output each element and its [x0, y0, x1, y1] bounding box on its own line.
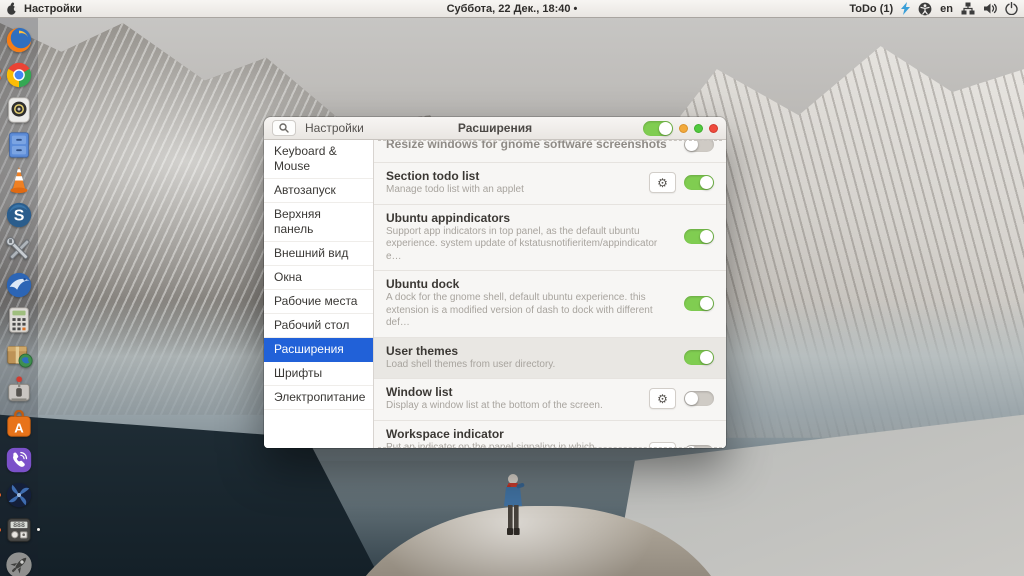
- svg-text:S: S: [14, 208, 25, 225]
- extension-row-ubuntu-dock[interactable]: Ubuntu dock A dock for the gnome shell, …: [374, 271, 726, 338]
- active-app-title[interactable]: Настройки: [24, 3, 82, 15]
- extension-row-ubuntu-appindicators[interactable]: Ubuntu appindicators Support app indicat…: [374, 205, 726, 271]
- dock-item-archive-cabinet[interactable]: [4, 130, 34, 160]
- sidebar-item-workspaces[interactable]: Рабочие места: [264, 290, 373, 314]
- toggle-knob: [659, 121, 672, 135]
- network-icon[interactable]: [961, 2, 975, 15]
- dock-item-package-manager[interactable]: [4, 340, 34, 370]
- sidebar-item-autostart[interactable]: Автозапуск: [264, 179, 373, 203]
- search-button[interactable]: [272, 120, 296, 136]
- settings-window: Настройки Расширения Keyboard & Mouse Ав…: [264, 117, 726, 448]
- dock-item-chromium[interactable]: [0, 60, 34, 90]
- header-toggle[interactable]: [643, 120, 673, 136]
- extension-row-resize-windows[interactable]: Resize windows for gnome software screen…: [374, 140, 726, 163]
- sidebar-item-extensions[interactable]: Расширения: [264, 338, 373, 362]
- extension-description: A dock for the gnome shell, default ubun…: [386, 292, 653, 328]
- sidebar-item-keyboard-mouse[interactable]: Keyboard & Mouse: [264, 140, 373, 179]
- extension-row-workspace-indicator[interactable]: Workspace indicator Put an indicator on …: [374, 421, 726, 449]
- sidebar-item-power[interactable]: Электропитание: [264, 386, 373, 410]
- extension-toggle[interactable]: [684, 445, 714, 448]
- extension-description: Manage todo list with an applet: [386, 184, 524, 195]
- gear-icon: ⚙: [657, 175, 668, 190]
- dock-item-jack-lever-app[interactable]: [4, 375, 34, 405]
- extension-title: Section todo list: [386, 169, 480, 183]
- running-indicator-dot: [0, 76, 1, 80]
- dock: S A 888: [0, 18, 40, 576]
- power-icon[interactable]: [1005, 2, 1018, 15]
- dock-item-viber[interactable]: [4, 445, 34, 475]
- bolt-indicator-icon[interactable]: [901, 2, 911, 15]
- extensions-list[interactable]: Resize windows for gnome software screen…: [374, 140, 726, 448]
- gear-button[interactable]: ⚙: [649, 388, 676, 410]
- sidebar-item-windows[interactable]: Окна: [264, 266, 373, 290]
- sidebar-item-desktop[interactable]: Рабочий стол: [264, 314, 373, 338]
- dock-item-skype[interactable]: S: [4, 200, 34, 230]
- volume-icon[interactable]: [983, 2, 997, 15]
- extension-toggle[interactable]: [684, 229, 714, 245]
- gear-button[interactable]: ⚙: [649, 172, 676, 194]
- search-icon: [279, 123, 289, 133]
- active-indicator-dot: [37, 528, 40, 531]
- extension-title: Resize windows for gnome software screen…: [386, 140, 667, 151]
- settings-sidebar: Keyboard & Mouse Автозапуск Верхняя пане…: [264, 140, 374, 448]
- extension-toggle[interactable]: [684, 175, 714, 191]
- gear-icon: ⚙: [657, 391, 668, 406]
- dock-item-counter-register-app[interactable]: 888: [0, 515, 40, 545]
- window-app-title: Настройки: [305, 121, 364, 135]
- extension-title: Ubuntu dock: [386, 277, 460, 291]
- dock-item-vlc[interactable]: [4, 165, 34, 195]
- extension-toggle[interactable]: [684, 391, 714, 407]
- dock-item-tweak-tools[interactable]: [4, 235, 34, 265]
- gear-button[interactable]: ⚙: [649, 442, 676, 448]
- todo-indicator[interactable]: ToDo (1): [849, 3, 893, 15]
- extension-row-section-todo-list[interactable]: Section todo list Manage todo list with …: [374, 163, 726, 205]
- extension-row-window-list[interactable]: Window list Display a window list at the…: [374, 379, 726, 421]
- sidebar-item-fonts[interactable]: Шрифты: [264, 362, 373, 386]
- extension-toggle[interactable]: [684, 140, 714, 152]
- minimize-button[interactable]: [679, 123, 688, 133]
- close-button[interactable]: [709, 123, 718, 133]
- hiker-figure: [504, 474, 525, 535]
- sidebar-item-appearance[interactable]: Внешний вид: [264, 242, 373, 266]
- apple-logo-icon[interactable]: [6, 2, 17, 15]
- running-indicator-dot: [0, 493, 1, 497]
- clock[interactable]: Суббота, 22 Дек., 18:40: [447, 3, 571, 15]
- notification-dot: •: [573, 2, 578, 15]
- extension-title: Window list: [386, 385, 453, 399]
- running-indicator-dot: [0, 69, 1, 73]
- dock-item-appgrid[interactable]: A: [4, 410, 34, 440]
- sidebar-item-top-panel[interactable]: Верхняя панель: [264, 203, 373, 242]
- extension-toggle[interactable]: [684, 349, 714, 365]
- window-titlebar[interactable]: Настройки Расширения: [264, 117, 726, 140]
- accessibility-icon[interactable]: [918, 2, 932, 16]
- extension-description: Load shell themes from user directory.: [386, 358, 556, 370]
- extension-row-user-themes[interactable]: User themes Load shell themes from user …: [374, 337, 726, 379]
- running-indicator-dot: [0, 528, 1, 532]
- svg-text:A: A: [14, 421, 24, 436]
- gear-icon: ⚙: [657, 447, 668, 448]
- dock-item-firefox[interactable]: [4, 25, 34, 55]
- extension-description: Support app indicators in top panel, as …: [386, 225, 658, 262]
- extension-title: Workspace indicator: [386, 426, 504, 441]
- dock-item-thunderbird[interactable]: [4, 270, 34, 300]
- keyboard-layout[interactable]: en: [940, 3, 953, 15]
- dock-item-rocket-launcher[interactable]: [4, 550, 34, 576]
- dock-item-calculator[interactable]: [4, 305, 34, 335]
- dock-item-fan-swirl-app[interactable]: [0, 480, 34, 510]
- extension-description: Display a window list at the bottom of t…: [386, 400, 603, 411]
- extension-toggle[interactable]: [684, 295, 714, 311]
- extension-title: Ubuntu appindicators: [386, 210, 510, 225]
- top-panel: Настройки Суббота, 22 Дек., 18:40 • ToDo…: [0, 0, 1024, 18]
- dock-item-screen-recorder[interactable]: [4, 95, 34, 125]
- extension-title: User themes: [386, 343, 459, 358]
- extension-description: Put an indicator on the panel signaling …: [386, 441, 595, 449]
- maximize-button[interactable]: [694, 123, 703, 133]
- svg-text:888: 888: [13, 521, 25, 529]
